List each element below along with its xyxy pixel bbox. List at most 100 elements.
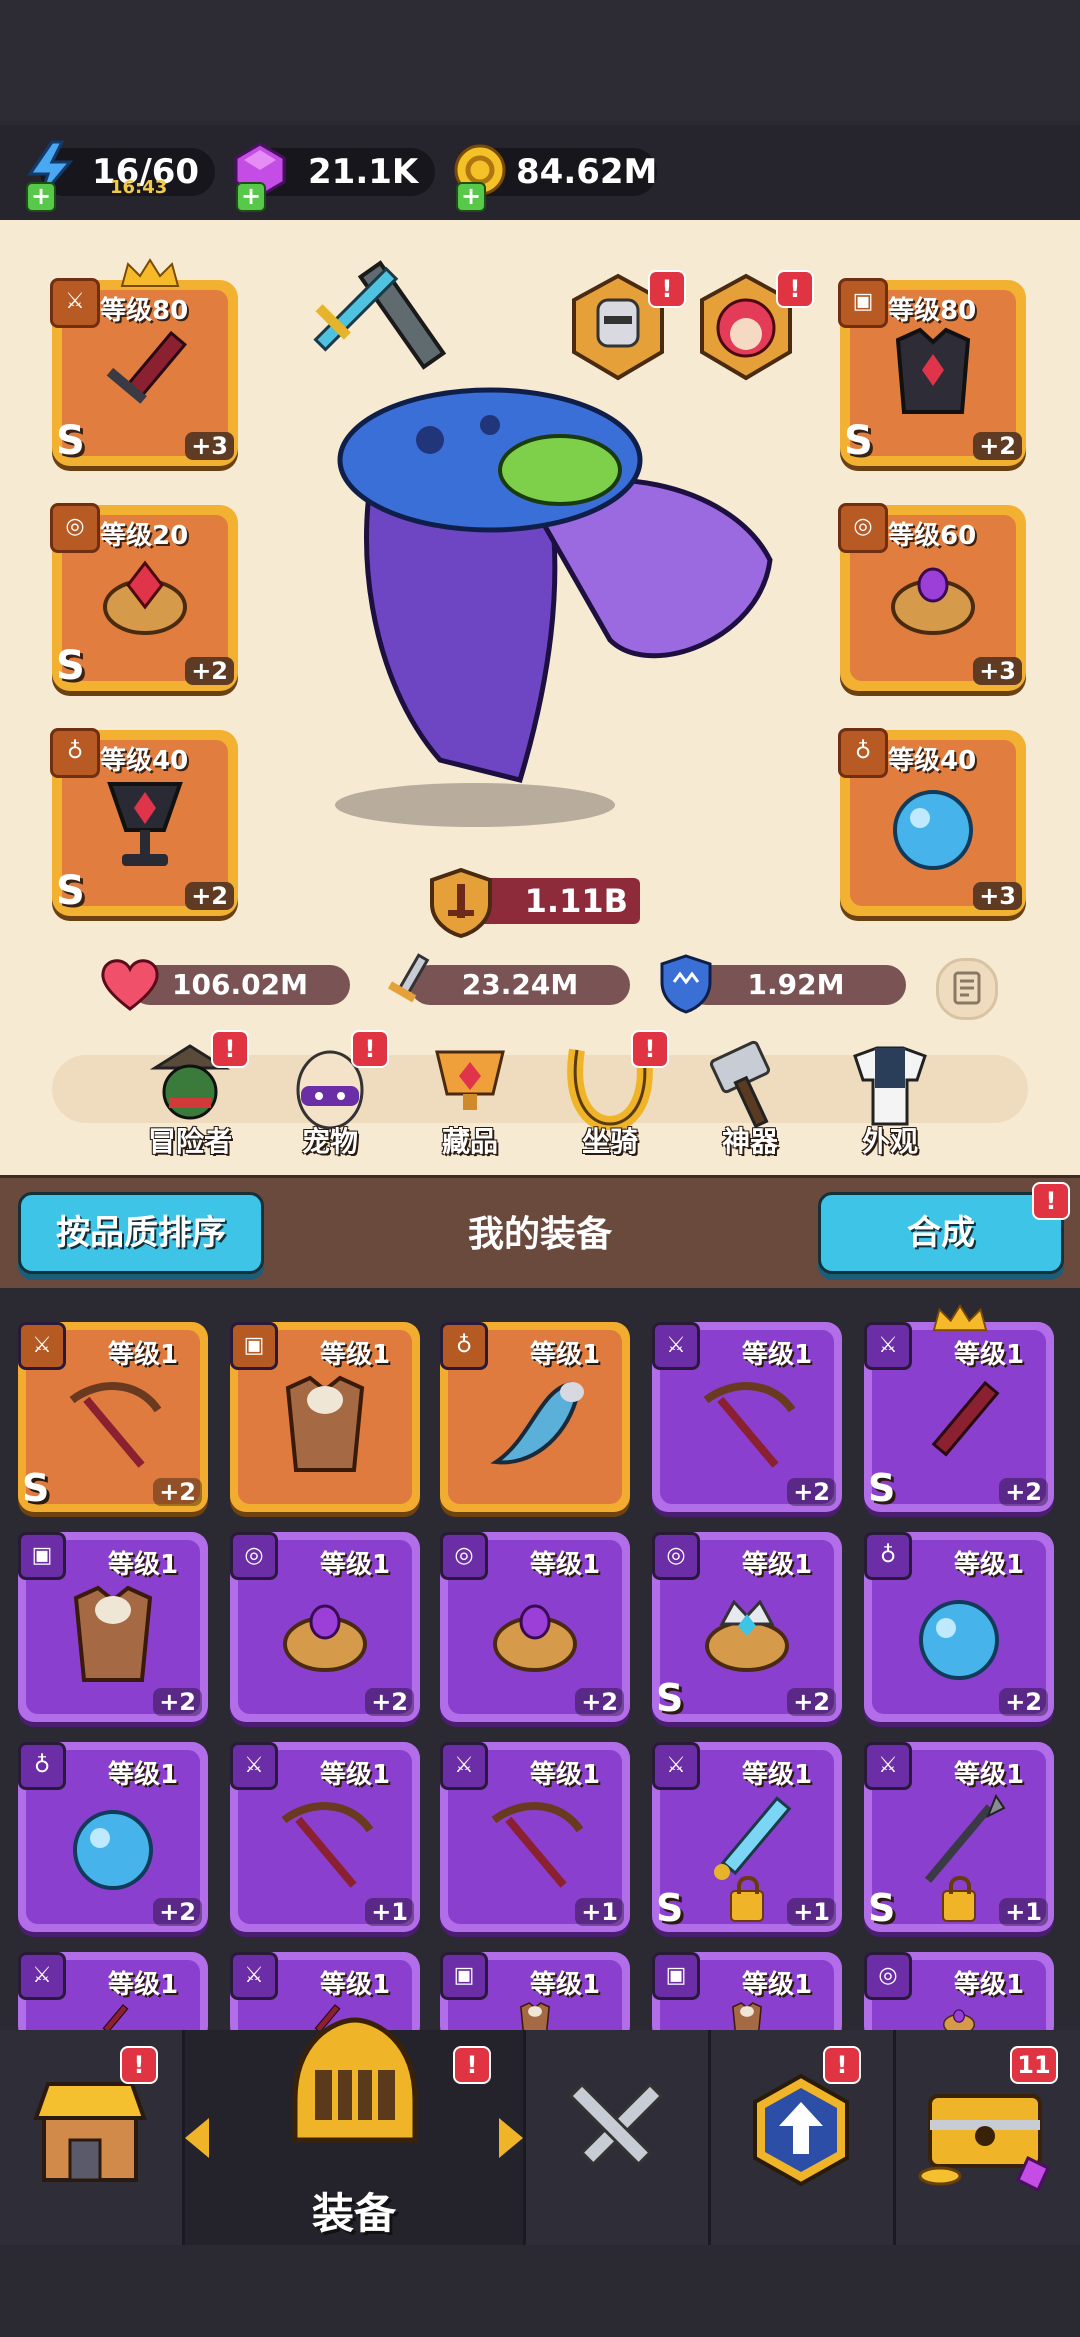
sword-icon: [931, 1380, 1000, 1457]
item-level: 等级1: [954, 1550, 1025, 1580]
equip-slot-armor[interactable]: ▣ 等级80 S +2: [838, 278, 1026, 466]
inventory-item-card[interactable]: ◎ 等级1 +2: [440, 1532, 630, 1722]
inventory-item-card[interactable]: ♁ 等级1 +2: [18, 1742, 208, 1932]
outfit-icon: [853, 1046, 927, 1126]
nav-pet[interactable]: 宠物 !: [275, 1030, 389, 1160]
equip-slot-ring-2[interactable]: ◎ 等级60 +3: [838, 503, 1026, 691]
sort-by-quality-button[interactable]: 按品质排序: [18, 1192, 264, 1274]
power-shield-icon: [430, 867, 492, 938]
slot-level: 等级60: [888, 521, 977, 551]
enhance-level: +1: [999, 1898, 1048, 1926]
item-type-icon: ⚔: [864, 1322, 912, 1370]
inventory-item-card[interactable]: ♁ 等级1 +2: [864, 1532, 1054, 1722]
equip-slot-amulet-2[interactable]: ♁ 等级40 +3: [838, 728, 1026, 916]
tab-shop[interactable]: !: [0, 2030, 185, 2245]
add-gem-icon[interactable]: +: [236, 182, 266, 212]
inventory-item-card[interactable]: ◎ 等级1: [864, 1952, 1054, 2042]
enhance-level: +1: [787, 1898, 836, 1926]
inventory-item-card[interactable]: ◎ 等级1 +2: [230, 1532, 420, 1722]
amulet-type-icon: ♁: [50, 728, 100, 778]
inventory-item-card[interactable]: ⚔ 等级1 S +2: [864, 1322, 1054, 1512]
next-arrow-icon[interactable]: [499, 2118, 523, 2158]
inventory-item-card[interactable]: ⚔ 等级1 S +1: [864, 1742, 1054, 1932]
item-level: 等级1: [742, 1970, 813, 2000]
prev-arrow-icon[interactable]: [185, 2118, 209, 2158]
item-level: 等级1: [108, 1550, 179, 1580]
grade-label: S: [868, 1886, 896, 1930]
enhance-level: +2: [185, 657, 234, 685]
tab-treasure[interactable]: 11: [896, 2030, 1080, 2245]
inventory-item-card[interactable]: ⚔ 等级1: [18, 1952, 208, 2042]
document-icon: [953, 971, 981, 1005]
inventory-item-card[interactable]: ⚔ 等级1 +2: [652, 1322, 842, 1512]
helmet-icon: [292, 2017, 418, 2143]
item-type-icon: ▣: [440, 1952, 488, 2000]
inventory-item-card[interactable]: ▣ 等级1 +2: [18, 1532, 208, 1722]
attack-stat: 23.24M: [410, 965, 630, 1005]
tab-upgrade[interactable]: !: [711, 2030, 896, 2245]
inventory-item-card[interactable]: ▣ 等级1: [230, 1322, 420, 1512]
lock-icon: [730, 1876, 764, 1922]
stats-detail-button[interactable]: [936, 958, 998, 1020]
nav-collection[interactable]: 藏品: [415, 1040, 525, 1160]
orb-icon: [73, 1810, 153, 1890]
equip-slot-weapon[interactable]: ⚔ 等级80 S +3: [50, 278, 238, 466]
enhance-level: +2: [185, 882, 234, 910]
enhance-level: +3: [973, 882, 1022, 910]
item-level: 等级1: [320, 1760, 391, 1790]
nav-adventurer[interactable]: 冒险者 !: [135, 1030, 249, 1160]
nav-appearance[interactable]: 外观: [835, 1040, 945, 1160]
add-energy-icon[interactable]: +: [26, 182, 56, 212]
enhance-level: +2: [365, 1688, 414, 1716]
enhance-level: +2: [787, 1478, 836, 1506]
item-level: 等级1: [320, 1970, 391, 2000]
grade-label: S: [844, 418, 873, 464]
inventory-item-card[interactable]: ▣ 等级1: [440, 1952, 630, 2042]
item-level: 等级1: [530, 1340, 601, 1370]
defense-stat: 1.92M: [686, 965, 906, 1005]
inventory-item-card[interactable]: ⚔ 等级1 +1: [230, 1742, 420, 1932]
inventory-item-card[interactable]: ⚔ 等级1 S +2: [18, 1322, 208, 1512]
tab-label: 装备: [311, 2189, 396, 2238]
armor-icon: [285, 1375, 365, 1472]
nav-label: 宠物: [301, 1125, 358, 1158]
item-level: 等级1: [742, 1760, 813, 1790]
shield-defense-icon: [660, 954, 712, 1014]
orb-icon: [919, 1600, 999, 1680]
item-type-icon: ▣: [230, 1322, 278, 1370]
inventory-item-card[interactable]: ◎ 等级1 S +2: [652, 1532, 842, 1722]
inventory-item-card[interactable]: ⚔ 等级1 +1: [440, 1742, 630, 1932]
item-type-icon: ⚔: [440, 1742, 488, 1790]
inventory-item-card[interactable]: ⚔ 等级1 S +1: [652, 1742, 842, 1932]
add-gold-icon[interactable]: +: [456, 182, 486, 212]
nav-label: 冒险者: [147, 1125, 232, 1158]
notification-badge: !: [351, 1030, 389, 1068]
item-level: 等级1: [530, 1550, 601, 1580]
nav-mount[interactable]: 坐骑 !: [555, 1030, 669, 1160]
equip-slot-amulet[interactable]: ♁ 等级40 S +2: [50, 728, 238, 916]
item-level: 等级1: [954, 1760, 1025, 1790]
lock-icon: [942, 1876, 976, 1922]
enhance-level: +1: [365, 1898, 414, 1926]
ring-type-icon: ◎: [838, 503, 888, 553]
tab-equipment[interactable]: 装备 !: [185, 2017, 526, 2245]
gold-value: 84.62M: [516, 152, 658, 192]
inventory-item-card[interactable]: ♁ 等级1: [440, 1322, 630, 1512]
item-type-icon: ⚔: [18, 1952, 66, 2000]
merge-button[interactable]: 合成: [818, 1192, 1064, 1274]
item-level: 等级1: [742, 1340, 813, 1370]
item-type-icon: ⚔: [230, 1742, 278, 1790]
grade-label: S: [868, 1466, 896, 1510]
nav-artifact[interactable]: 神器: [695, 1040, 805, 1160]
goblet-icon: [107, 782, 183, 866]
item-type-icon: ▣: [18, 1532, 66, 1580]
shop-icon: [33, 2082, 147, 2182]
inventory-item-card[interactable]: ▣ 等级1: [652, 1952, 842, 2042]
grade-label: S: [656, 1886, 684, 1930]
notification-badge: !: [211, 1030, 249, 1068]
crossed-swords-icon: [568, 2082, 664, 2167]
combat-power: 1.11B: [470, 878, 640, 924]
item-type-icon: ◎: [652, 1532, 700, 1580]
equip-slot-ring[interactable]: ◎ 等级20 S +2: [50, 503, 238, 691]
tab-battle[interactable]: [526, 2030, 711, 2245]
